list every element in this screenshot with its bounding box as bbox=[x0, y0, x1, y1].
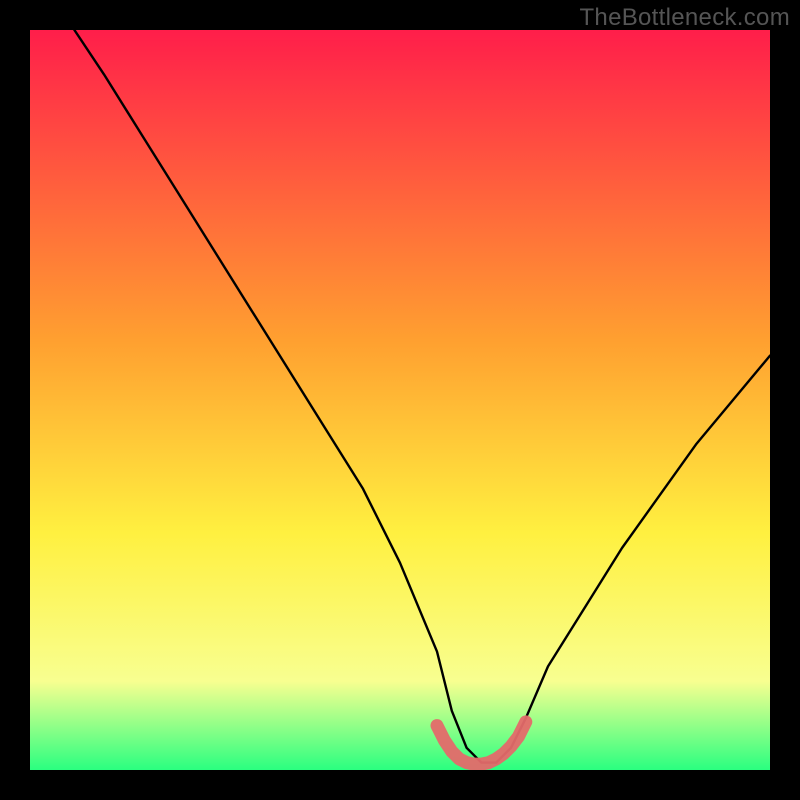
chart-frame: TheBottleneck.com bbox=[0, 0, 800, 800]
plot-area bbox=[30, 30, 770, 770]
watermark-text: TheBottleneck.com bbox=[579, 4, 790, 32]
gradient-background bbox=[30, 30, 770, 770]
chart-svg bbox=[30, 30, 770, 770]
